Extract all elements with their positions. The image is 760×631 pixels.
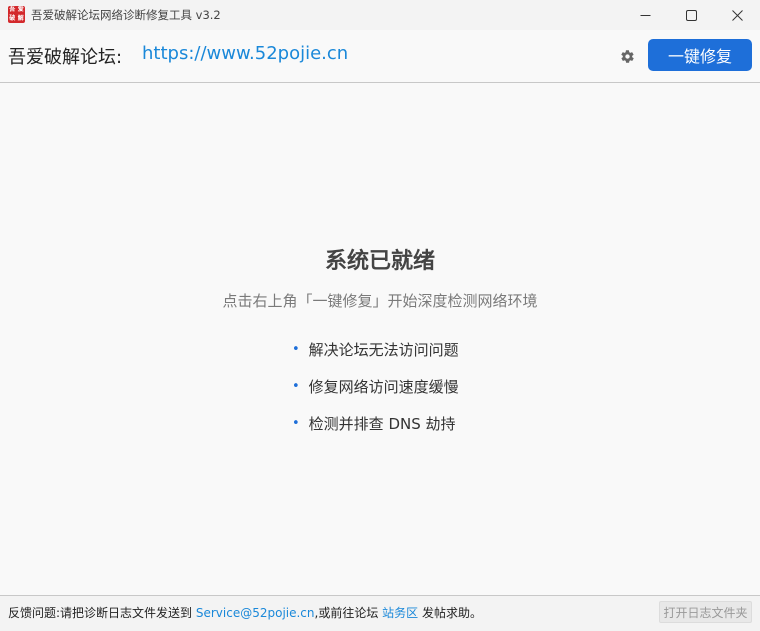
feature-text: 解决论坛无法访问问题 — [308, 341, 459, 359]
app-logo-icon: 吾 爱 破 解 — [8, 6, 25, 23]
maximize-icon — [685, 9, 697, 21]
title-bar: 吾 爱 破 解 吾爱破解论坛网络诊断修复工具 v3.2 — [0, 0, 760, 30]
logo-char: 解 — [17, 14, 24, 22]
main-panel: 系统已就绪 点击右上角「一键修复」开始深度检测网络环境 • 解决论坛无法访问问题… — [0, 83, 760, 595]
feature-list: • 解决论坛无法访问问题 • 修复网络访问速度缓慢 • 检测并排查 DNS 劫持 — [292, 340, 459, 451]
feedback-suffix: 发帖求助。 — [418, 606, 482, 620]
one-click-fix-button[interactable]: 一键修复 — [648, 39, 752, 71]
feedback-prefix: 反馈问题:请把诊断日志文件发送到 — [8, 606, 196, 620]
bullet-icon: • — [292, 416, 300, 431]
logo-char: 爱 — [17, 6, 24, 13]
header-bar: 吾爱破解论坛: https://www.52pojie.cn 一键修复 — [0, 30, 760, 83]
logo-char: 破 — [9, 14, 16, 22]
site-url-link[interactable]: https://www.52pojie.cn — [142, 43, 348, 64]
feature-text: 检测并排查 DNS 劫持 — [308, 415, 456, 433]
logo-char: 吾 — [9, 6, 16, 13]
feedback-text: 反馈问题:请把诊断日志文件发送到 Service@52pojie.cn,或前往论… — [8, 604, 482, 621]
close-button[interactable] — [714, 0, 760, 30]
status-title: 系统已就绪 — [324, 249, 435, 274]
email-link[interactable]: Service@52pojie.cn — [196, 606, 315, 620]
list-item: • 解决论坛无法访问问题 — [292, 340, 459, 377]
forum-link[interactable]: 站务区 — [382, 606, 418, 620]
footer-bar: 反馈问题:请把诊断日志文件发送到 Service@52pojie.cn,或前往论… — [0, 595, 760, 631]
close-icon — [731, 9, 743, 21]
open-log-folder-button[interactable]: 打开日志文件夹 — [659, 601, 752, 623]
settings-button[interactable] — [617, 46, 637, 66]
window-title: 吾爱破解论坛网络诊断修复工具 v3.2 — [31, 8, 221, 22]
minimize-icon — [640, 14, 650, 16]
gear-icon — [620, 49, 634, 63]
site-label: 吾爱破解论坛: — [8, 47, 123, 68]
feedback-middle: ,或前往论坛 — [314, 606, 383, 620]
bullet-icon: • — [292, 379, 300, 394]
list-item: • 检测并排查 DNS 劫持 — [292, 414, 459, 451]
status-subtitle: 点击右上角「一键修复」开始深度检测网络环境 — [222, 292, 538, 310]
maximize-button[interactable] — [668, 0, 714, 30]
feature-text: 修复网络访问速度缓慢 — [308, 378, 459, 396]
bullet-icon: • — [292, 342, 300, 357]
minimize-button[interactable] — [622, 0, 668, 30]
list-item: • 修复网络访问速度缓慢 — [292, 377, 459, 414]
